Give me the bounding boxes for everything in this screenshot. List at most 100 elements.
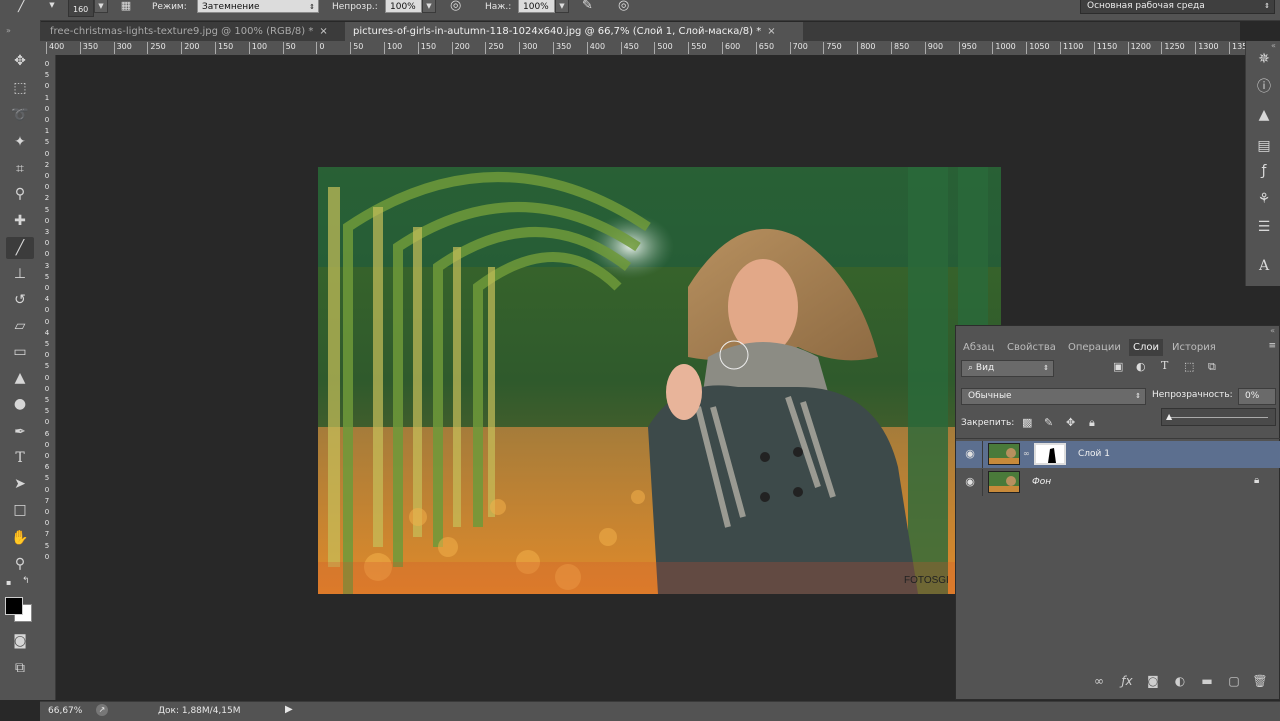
gradient-tool-icon[interactable]: ▭ (6, 341, 34, 363)
layer-mask-thumbnail[interactable] (1034, 443, 1066, 465)
close-icon[interactable]: × (767, 26, 775, 37)
brush-size-arrow-icon[interactable]: ▼ (94, 0, 108, 13)
eyedropper-tool-icon[interactable]: ⚲ (6, 183, 34, 205)
visibility-eye-icon[interactable]: ◉ (963, 448, 977, 460)
lock-pixels-icon[interactable]: ✎ (1044, 416, 1053, 429)
layer-style-fx-icon[interactable]: ƒx (1118, 673, 1136, 689)
opacity-slider[interactable]: ▲ (1161, 408, 1276, 426)
type-tool-icon[interactable]: T (6, 447, 34, 469)
navigator-icon[interactable]: ✵ (1254, 49, 1274, 69)
new-group-icon[interactable]: ▬ (1198, 673, 1216, 689)
opacity-label: Непрозрачность: (1152, 390, 1233, 400)
brush-presets-icon[interactable]: ⚘ (1254, 189, 1274, 209)
lock-all-icon[interactable]: 🔒︎ (1089, 416, 1095, 430)
zoom-level[interactable]: 66,67% (48, 706, 82, 716)
close-icon[interactable]: × (319, 26, 327, 37)
brush-preset-arrow-icon[interactable]: ▼ (45, 0, 59, 13)
updown-icon: ⇕ (309, 3, 315, 11)
document-image[interactable]: FOTOSGI (318, 167, 1001, 594)
layer-opacity-field[interactable]: 0% (1238, 388, 1276, 405)
tab-texture[interactable]: free-christmas-lights-texture9.jpg @ 100… (40, 22, 350, 41)
layer-filter-select[interactable]: ⌕ Вид ⇕ (961, 360, 1054, 377)
brush-panel-icon[interactable]: ▦ (118, 0, 134, 13)
blur-tool-icon[interactable]: ▲ (6, 367, 34, 389)
path-selection-tool-icon[interactable]: ➤ (6, 473, 34, 495)
filter-shape-icon[interactable]: ⬚ (1184, 360, 1194, 373)
export-icon[interactable]: ↗ (96, 704, 108, 716)
hand-tool-icon[interactable]: ✋ (6, 527, 34, 549)
opacity-arrow-icon[interactable]: ▼ (422, 0, 436, 13)
brush-preset-icon[interactable]: ╱ (18, 0, 26, 13)
crop-tool-icon[interactable]: ⌗ (6, 158, 34, 180)
swap-colors-icon[interactable]: ↰ (22, 576, 30, 586)
delete-layer-icon[interactable]: 🗑︎ (1251, 673, 1269, 689)
tab-paragraph[interactable]: Абзац (959, 339, 998, 356)
shape-tool-icon[interactable]: □ (6, 499, 34, 521)
dodge-tool-icon[interactable]: ● (6, 393, 34, 415)
comments-icon[interactable]: ▤ (1254, 136, 1274, 156)
ruler-tick-label: 50 (350, 42, 363, 54)
adjustment-layer-icon[interactable]: ◐ (1171, 673, 1189, 689)
blend-mode-select[interactable]: Обычные ⇕ (961, 388, 1146, 405)
filter-smart-object-icon[interactable]: ⧉ (1208, 360, 1216, 374)
document-tabs: free-christmas-lights-texture9.jpg @ 100… (40, 22, 1240, 41)
quick-mask-icon[interactable]: ◙ (6, 630, 34, 652)
healing-tool-icon[interactable]: ✚ (6, 210, 34, 232)
status-menu-arrow-icon[interactable]: ▶ (285, 704, 293, 715)
pressure-opacity-icon[interactable]: ◎ (450, 0, 461, 13)
layer-thumbnail[interactable] (988, 471, 1020, 493)
panel-menu-icon[interactable]: ≡ (1268, 341, 1276, 351)
layer-row-background[interactable]: ◉ Фон 🔒︎ (956, 469, 1280, 496)
opacity-field[interactable]: 100% (385, 0, 422, 13)
collapse-icon[interactable]: « (1270, 326, 1275, 335)
adjustments-icon[interactable]: ☰ (1254, 217, 1274, 237)
filter-type-icon[interactable]: T (1161, 359, 1168, 372)
zoom-tool-icon[interactable]: ⚲ (6, 553, 34, 575)
character-icon[interactable]: A (1254, 256, 1274, 276)
quick-selection-tool-icon[interactable]: ✦ (6, 131, 34, 153)
default-colors-icon[interactable]: ▪ (6, 578, 11, 587)
eraser-tool-icon[interactable]: ▱ (6, 315, 34, 337)
filter-adjustment-icon[interactable]: ◐ (1136, 360, 1146, 373)
mask-link-icon[interactable]: ∞ (1023, 449, 1030, 458)
tab-layers[interactable]: Слои (1129, 339, 1163, 356)
move-tool-icon[interactable]: ✥ (6, 50, 34, 72)
ruler-tick-label: 6 (44, 463, 50, 472)
stamp-tool-icon[interactable]: ⊥ (6, 263, 34, 285)
mode-select[interactable]: Затемнение ⇕ (197, 0, 319, 13)
pen-tool-icon[interactable]: ✒ (6, 421, 34, 443)
brush-tool-icon[interactable]: ╱ (6, 237, 34, 259)
filter-pixel-icon[interactable]: ▣ (1113, 360, 1123, 373)
history-brush-tool-icon[interactable]: ↺ (6, 289, 34, 311)
opacity-slider-thumb-icon[interactable]: ▲ (1166, 412, 1172, 421)
visibility-eye-icon[interactable]: ◉ (963, 476, 977, 488)
horizontal-ruler: 400 350 300 250 200 150 100 50 0 50 100 150 200 250 30… (40, 41, 1245, 56)
lasso-tool-icon[interactable]: ➰ (6, 104, 34, 126)
lock-position-icon[interactable]: ✥ (1066, 416, 1075, 429)
tablet-pressure-icon[interactable]: ◎ (618, 0, 629, 13)
brush-size-value: 160 (73, 5, 89, 14)
add-mask-icon[interactable]: ◙ (1144, 673, 1162, 689)
tab-autumn-photo[interactable]: pictures-of-girls-in-autumn-118-1024x640… (345, 22, 803, 41)
brush-size-preview[interactable]: 160 (68, 0, 94, 17)
marquee-tool-icon[interactable]: ⬚ (6, 77, 34, 99)
pressure-field[interactable]: 100% (518, 0, 555, 13)
layer-thumbnail[interactable] (988, 443, 1020, 465)
styles-icon[interactable]: ƒ (1254, 161, 1274, 181)
new-layer-icon[interactable]: ▢ (1225, 673, 1243, 689)
layer-row-layer1[interactable]: ◉ ∞ Слой 1 (956, 441, 1280, 468)
tab-actions[interactable]: Операции (1064, 339, 1125, 356)
workspace-select[interactable]: Основная рабочая среда ⇕ (1080, 0, 1275, 14)
tab-properties[interactable]: Свойства (1003, 339, 1060, 356)
tab-history[interactable]: История (1168, 339, 1220, 356)
link-layers-icon[interactable]: ∞ (1090, 673, 1108, 689)
airbrush-icon[interactable]: ✎ (582, 0, 593, 13)
histogram-icon[interactable]: ▲ (1254, 105, 1274, 125)
screen-mode-icon[interactable]: ⧉ (6, 657, 34, 679)
foreground-color-swatch[interactable] (5, 597, 23, 615)
ruler-tick-label: 1200 (1127, 42, 1151, 54)
collapse-icon[interactable]: » (6, 26, 11, 35)
lock-transparent-icon[interactable]: ▩ (1022, 416, 1032, 429)
info-icon[interactable]: ⓘ (1254, 77, 1274, 97)
pressure-arrow-icon[interactable]: ▼ (555, 0, 569, 13)
